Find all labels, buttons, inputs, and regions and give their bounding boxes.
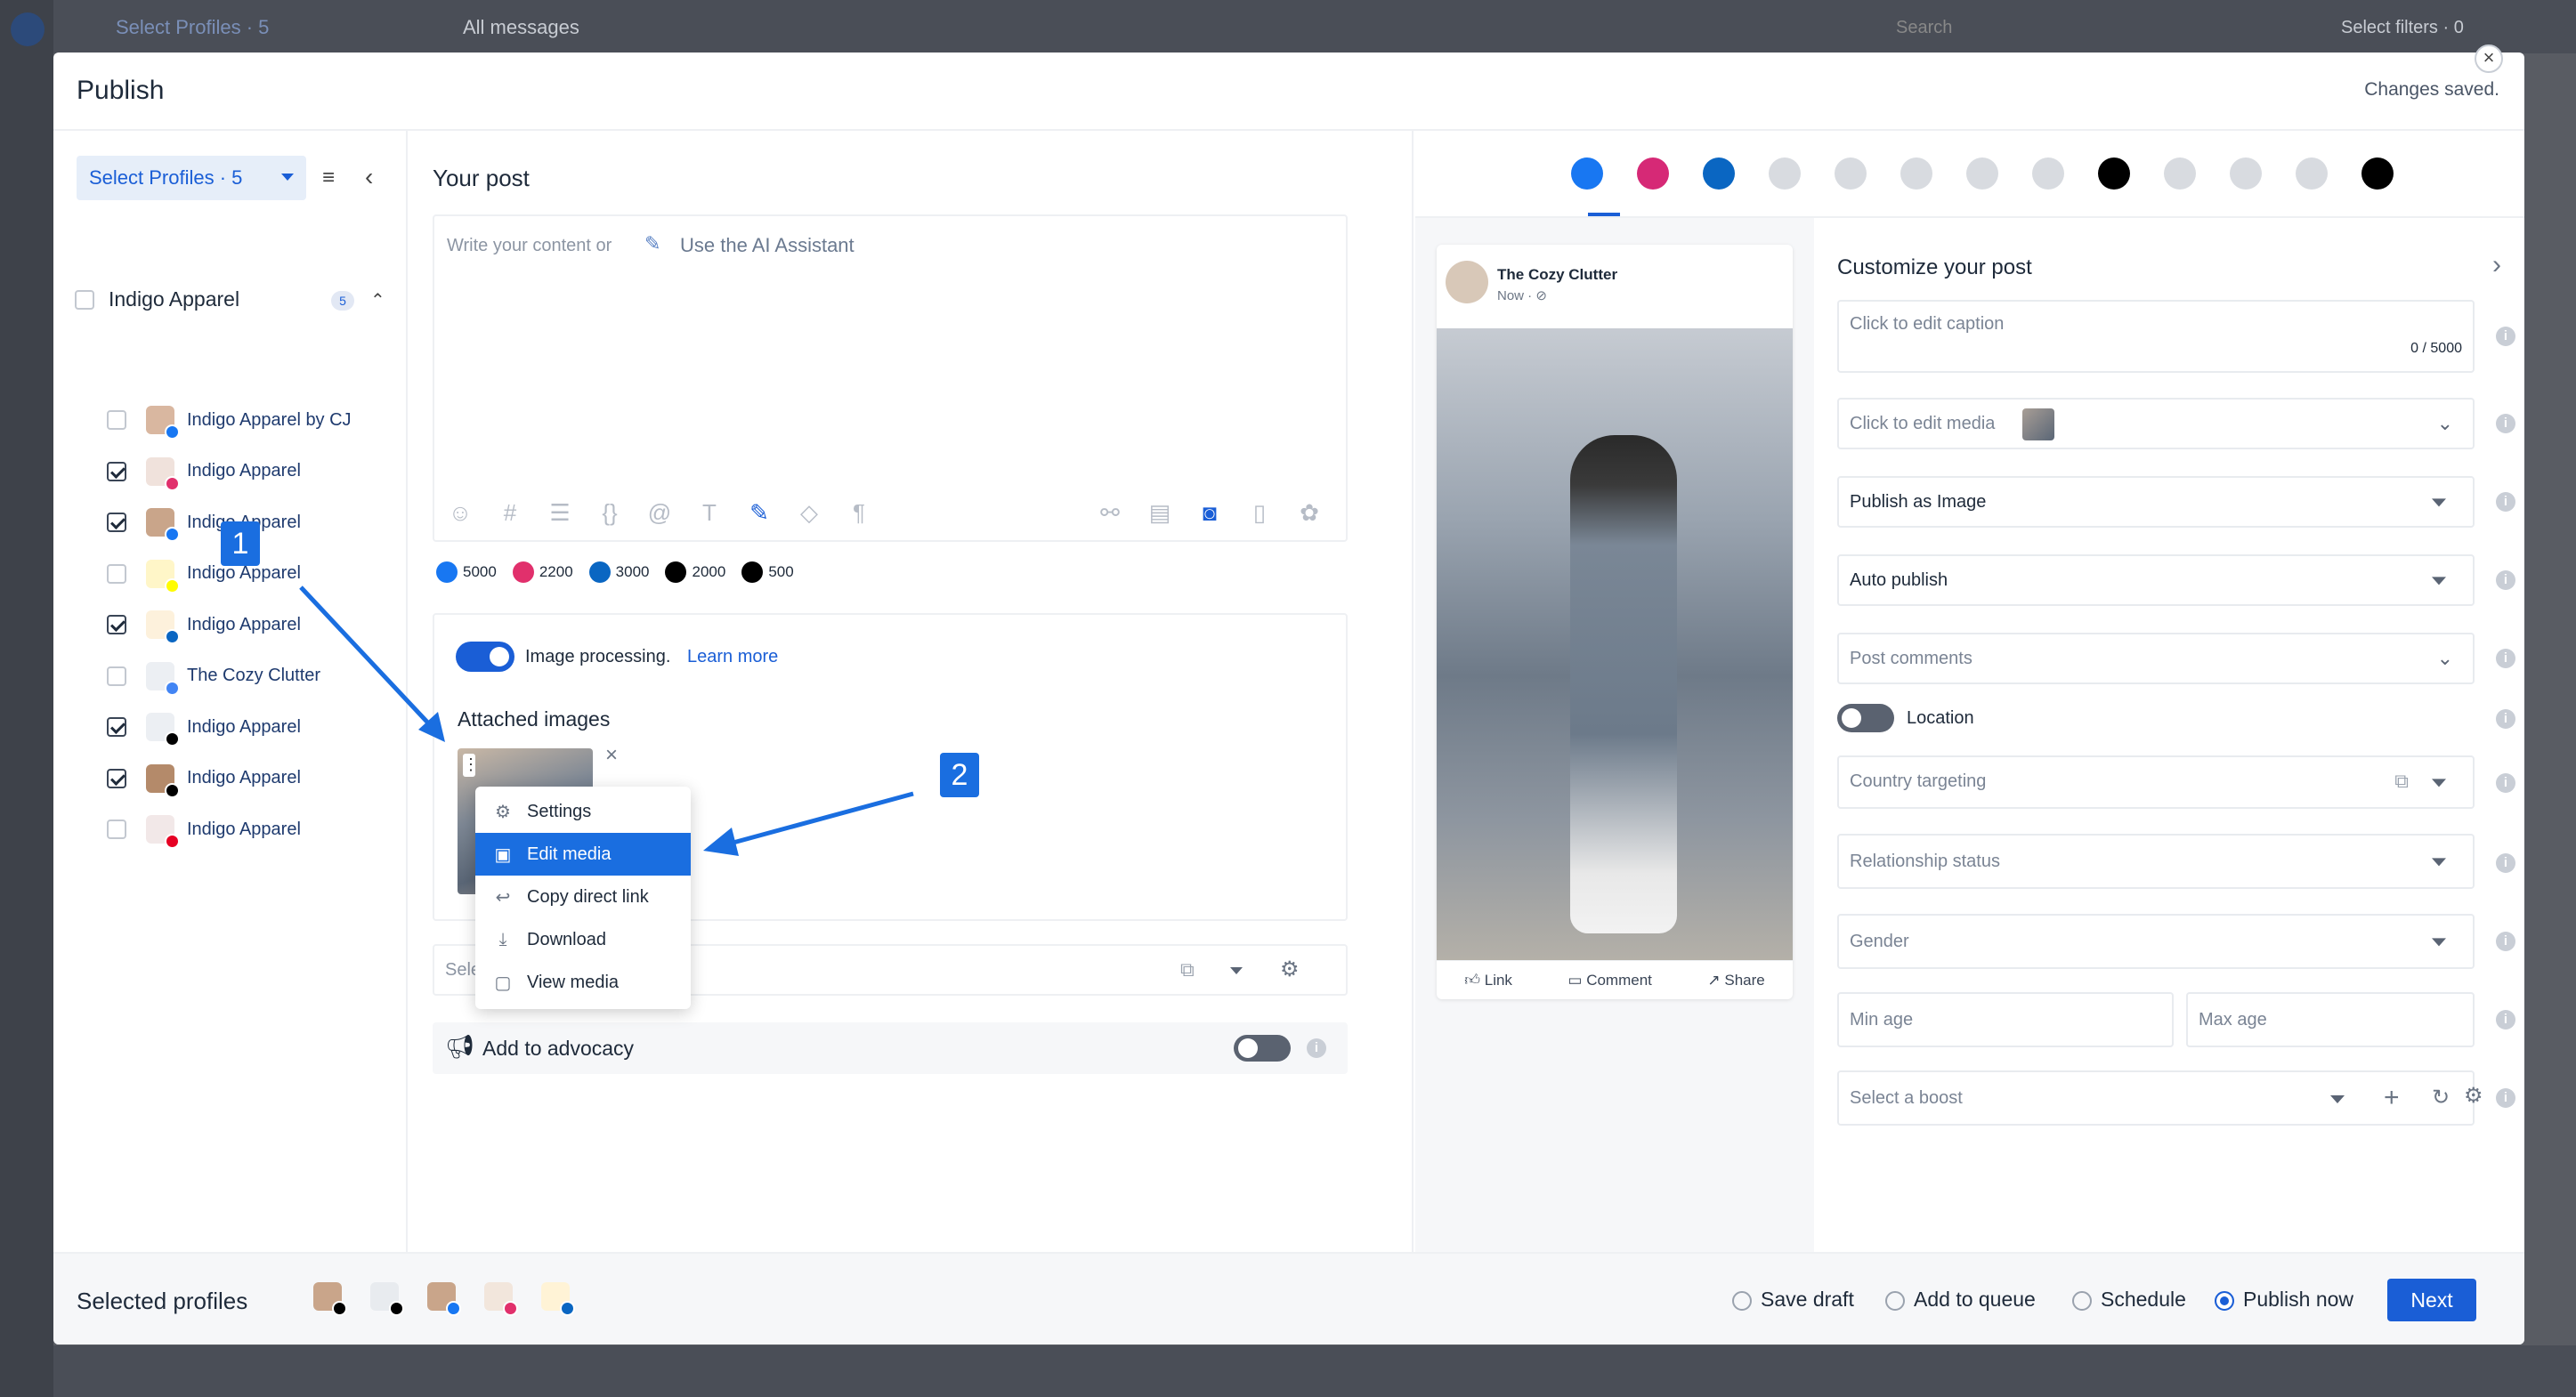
arrow-2-line	[729, 791, 914, 846]
tutorial-arrows	[299, 585, 914, 856]
arrow-1-line	[299, 585, 436, 731]
step-1-label: 1	[221, 521, 260, 566]
step-2-label: 2	[940, 753, 979, 797]
arrow-2-head	[703, 828, 739, 856]
